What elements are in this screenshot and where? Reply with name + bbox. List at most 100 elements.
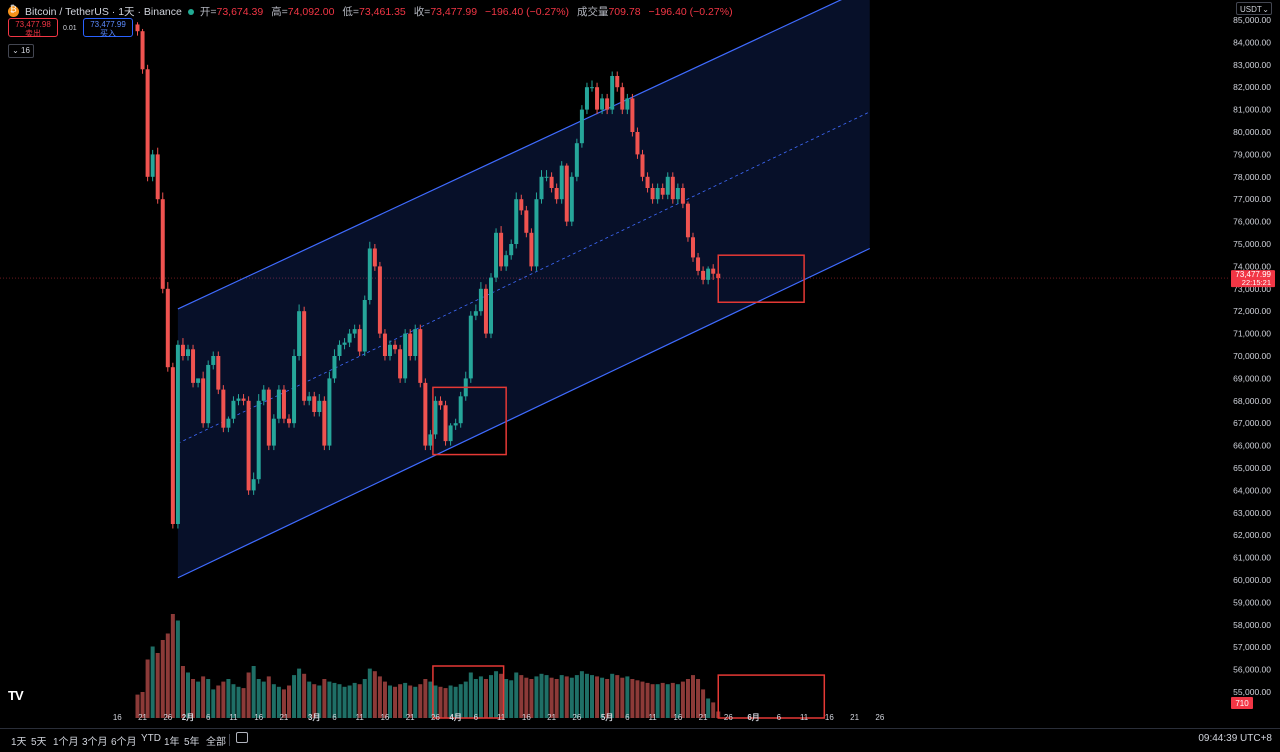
price-chart[interactable]: 55,000.00 56,000.00 57,000.00 58,000.00 59,0… bbox=[0, 0, 1280, 728]
price-tick-label: 55,000.00 bbox=[1233, 687, 1271, 697]
candle-body bbox=[347, 333, 352, 343]
buy-label: 买入 bbox=[100, 29, 116, 38]
candle-body bbox=[448, 425, 453, 442]
volume-bar bbox=[625, 676, 630, 718]
candle-body bbox=[509, 244, 514, 256]
candle-body bbox=[514, 199, 519, 244]
tf-1m[interactable]: 1个月 bbox=[53, 733, 79, 748]
price-tick-label: 82,000.00 bbox=[1233, 82, 1271, 92]
time-tick-label: 16 bbox=[522, 713, 531, 722]
candle-body bbox=[519, 199, 524, 211]
volume-bar bbox=[423, 679, 428, 718]
volume-bar bbox=[372, 671, 377, 718]
candle-body bbox=[685, 203, 690, 238]
volume-bar bbox=[534, 676, 539, 718]
tf-5y[interactable]: 5年 bbox=[184, 733, 200, 748]
candle-body bbox=[145, 69, 150, 177]
candle-body bbox=[372, 248, 377, 267]
candle-body bbox=[382, 333, 387, 356]
candle-body bbox=[615, 76, 620, 88]
volume-bar bbox=[559, 675, 564, 718]
candle-body bbox=[216, 356, 221, 390]
volume-bar bbox=[221, 681, 226, 718]
volume-bar bbox=[266, 676, 271, 718]
time-tick-label: 21 bbox=[406, 713, 415, 722]
candle-body bbox=[175, 344, 180, 524]
bitcoin-icon bbox=[8, 4, 19, 17]
candle-body bbox=[377, 266, 382, 334]
price-tick-label: 68,000.00 bbox=[1233, 396, 1271, 406]
price-tick-label: 69,000.00 bbox=[1233, 373, 1271, 383]
volume-bar bbox=[186, 672, 190, 718]
tf-5d[interactable]: 5天 bbox=[31, 733, 47, 748]
volume-bar bbox=[615, 675, 620, 718]
candle-body bbox=[246, 400, 251, 491]
time-tick-label: 6 bbox=[777, 713, 782, 722]
time-tick-label: 11 bbox=[648, 713, 657, 722]
candle-body bbox=[433, 400, 438, 435]
candle-body bbox=[236, 398, 241, 401]
candle-body bbox=[605, 98, 610, 110]
time-tick-label: 26 bbox=[572, 713, 581, 722]
currency-select[interactable]: USDT ⌄ bbox=[1236, 2, 1272, 15]
buy-button[interactable]: 73,477.99 买入 bbox=[83, 18, 133, 38]
candle-body bbox=[534, 199, 539, 267]
price-tick-label: 76,000.00 bbox=[1233, 217, 1271, 227]
candle-body bbox=[357, 329, 362, 352]
time-tick-label: 21 bbox=[547, 713, 556, 722]
time-tick-label: 11 bbox=[800, 713, 809, 722]
sell-button[interactable]: 73,477.98 卖出 bbox=[8, 18, 58, 38]
price-tick-label: 62,000.00 bbox=[1233, 530, 1271, 540]
tf-1y[interactable]: 1年 bbox=[164, 733, 180, 748]
time-tick-label: 11 bbox=[229, 713, 238, 722]
volume-bar bbox=[478, 676, 483, 718]
tf-1d[interactable]: 1天 bbox=[11, 733, 27, 748]
volume-bar bbox=[685, 679, 690, 718]
candle-body bbox=[398, 349, 403, 379]
candle-body bbox=[196, 378, 201, 383]
volume-bar bbox=[443, 688, 448, 718]
volume-bar bbox=[367, 668, 372, 718]
candle-body bbox=[261, 389, 266, 401]
toolbar-divider bbox=[229, 734, 230, 746]
candle-body bbox=[691, 237, 695, 258]
time-tick-label: 11 bbox=[356, 713, 365, 722]
candle-body bbox=[362, 300, 367, 352]
candle-body bbox=[327, 378, 332, 446]
candle-body bbox=[317, 400, 322, 412]
chart-header: Bitcoin / TetherUS · 1天 · Binance 开=73,6… bbox=[8, 4, 738, 19]
candle-body bbox=[266, 389, 271, 446]
candle-body bbox=[206, 364, 211, 424]
candle-body bbox=[292, 356, 297, 424]
time-tick-label: 6月 bbox=[747, 713, 759, 722]
candle-body bbox=[352, 329, 357, 334]
tf-6m[interactable]: 6个月 bbox=[111, 733, 137, 748]
volume-bar bbox=[584, 673, 589, 718]
volume-bar bbox=[691, 675, 695, 718]
candle-body bbox=[670, 176, 675, 200]
price-tick-label: 57,000.00 bbox=[1233, 642, 1271, 652]
candle-body bbox=[201, 378, 206, 424]
volume-bar bbox=[418, 684, 423, 718]
time-tick-label: 5月 bbox=[601, 713, 613, 722]
tf-all[interactable]: 全部 bbox=[206, 733, 226, 748]
calendar-icon[interactable] bbox=[236, 732, 248, 743]
indicator-toggle-button[interactable]: ⌄ 16 bbox=[8, 44, 34, 58]
symbol-title[interactable]: Bitcoin / TetherUS · 1天 · Binance bbox=[25, 4, 182, 19]
price-tick-label: 83,000.00 bbox=[1233, 60, 1271, 70]
time-tick-label: 21 bbox=[699, 713, 708, 722]
tf-3m[interactable]: 3个月 bbox=[82, 733, 108, 748]
sell-label: 卖出 bbox=[25, 29, 41, 38]
price-tick-label: 56,000.00 bbox=[1233, 665, 1271, 675]
candle-body bbox=[170, 367, 175, 524]
price-tick-label: 71,000.00 bbox=[1233, 329, 1271, 339]
candle-body bbox=[529, 232, 534, 267]
volume-bar bbox=[145, 659, 150, 718]
volume-bar bbox=[564, 676, 569, 718]
candle-body bbox=[559, 165, 564, 200]
candle-body bbox=[706, 268, 711, 280]
volume-bar bbox=[398, 684, 403, 718]
candle-body bbox=[494, 232, 499, 278]
candle-body bbox=[701, 270, 706, 280]
tf-ytd[interactable]: YTD bbox=[141, 733, 161, 744]
